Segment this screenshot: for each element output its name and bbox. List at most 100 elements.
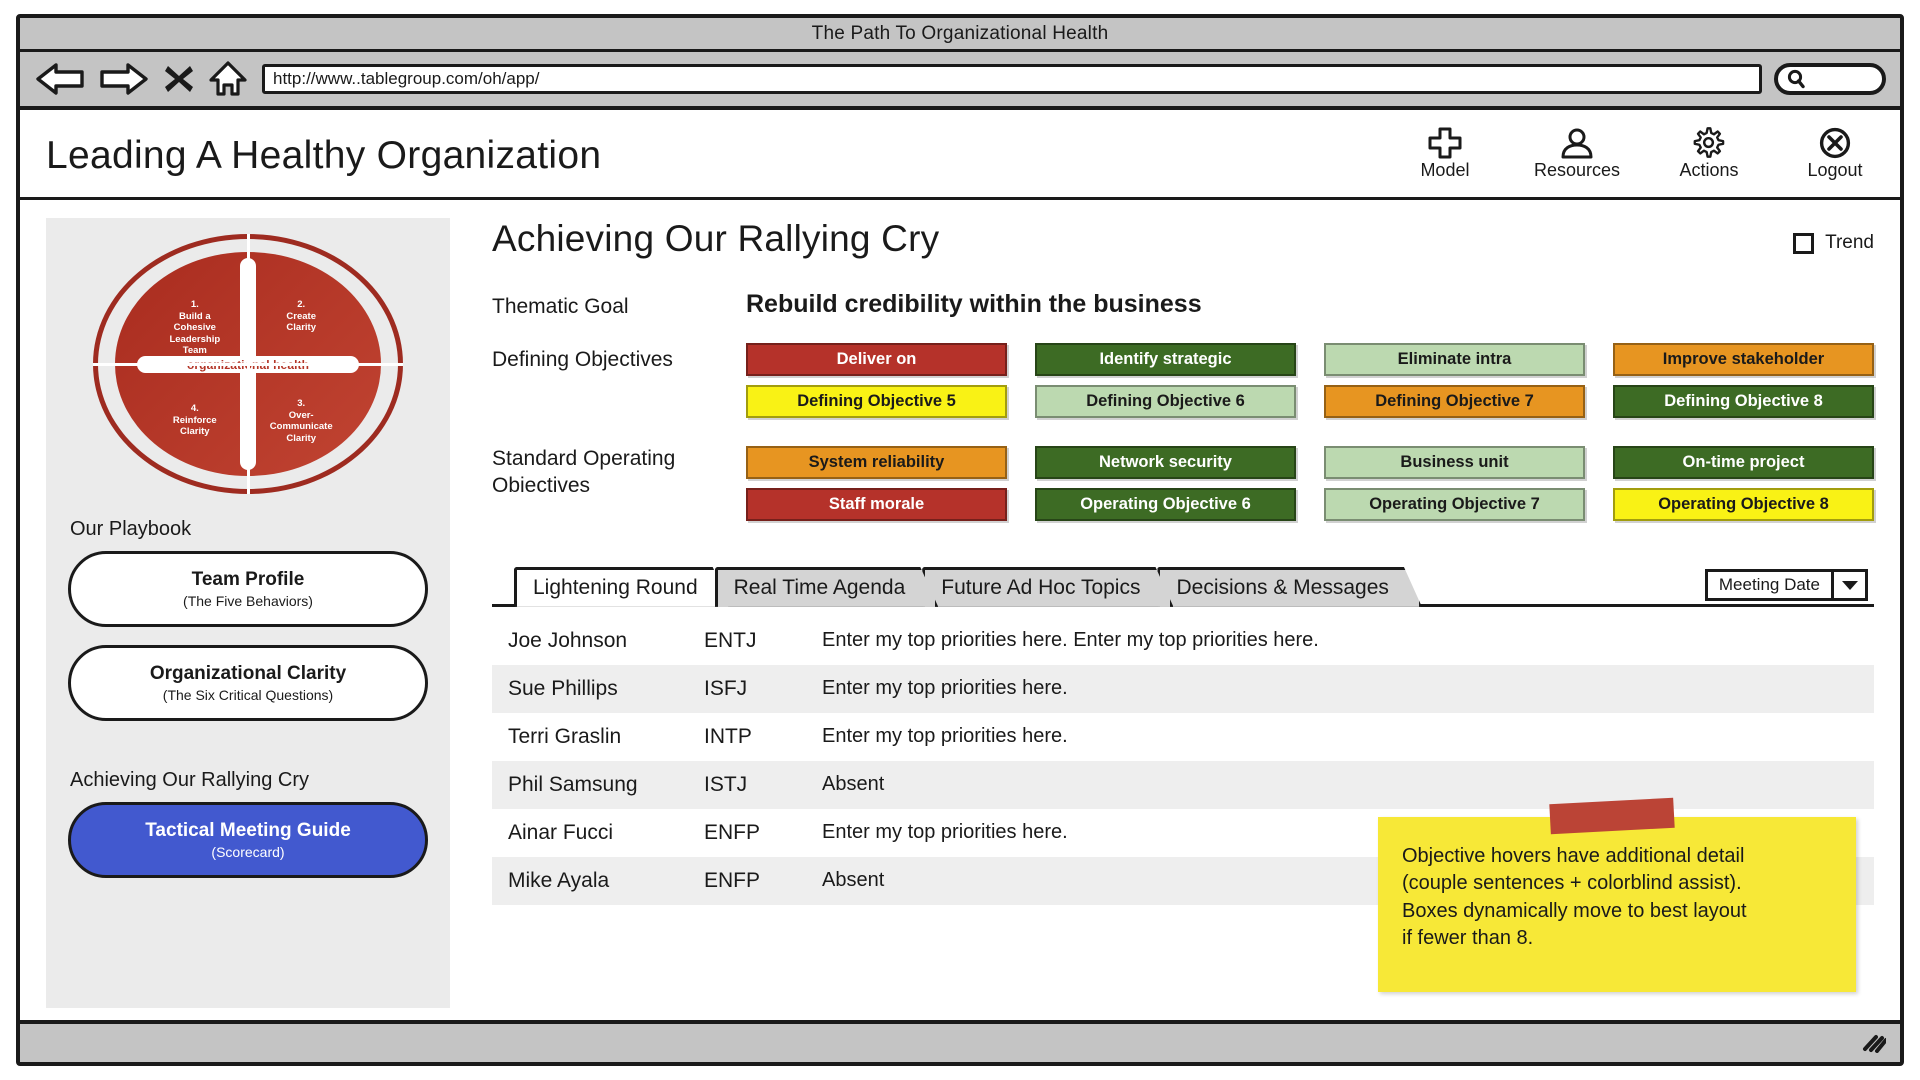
operating-objective-label: Operating Objective 8	[1658, 494, 1829, 513]
nav-item-resources[interactable]: Resources	[1534, 127, 1620, 181]
defining-objective-label: Deliver on	[836, 349, 917, 368]
url-text: http://www..tablegroup.com/oh/app/	[273, 69, 540, 88]
browser-toolbar: http://www..tablegroup.com/oh/app/	[20, 52, 1900, 110]
table-row[interactable]: Joe Johnson ENTJ Enter my top priorities h…	[492, 617, 1874, 665]
defining-objective-cell: Defining Objective 7	[1324, 384, 1585, 418]
table-row[interactable]: Terri Graslin INTP Enter my top priorities…	[492, 713, 1874, 761]
operating-objectives-section: Standard Operating Obiectives System rel…	[492, 445, 1874, 521]
defining-objective-box[interactable]: Defining Objective 7	[1324, 384, 1585, 418]
back-arrow-icon[interactable]	[34, 62, 86, 96]
nav-item-actions[interactable]: Actions	[1672, 126, 1746, 181]
operating-objective-cell: On-time project	[1613, 445, 1874, 479]
address-bar[interactable]: http://www..tablegroup.com/oh/app/	[262, 64, 1762, 94]
participant-type: ENFP	[704, 820, 761, 844]
thematic-goal-section: Thematic Goal Rebuild credibility within…	[492, 290, 1874, 321]
stop-x-icon[interactable]	[164, 63, 194, 95]
operating-objective-cell: Operating Objective 8	[1613, 487, 1874, 521]
defining-objective-box[interactable]: Defining Objective 5	[746, 384, 1007, 418]
operating-objective-box[interactable]: System reliability	[746, 445, 1007, 479]
app-body: 1. Build a Cohesive Leadership Team 2. C…	[20, 200, 1900, 1020]
forward-arrow-icon[interactable]	[98, 62, 150, 96]
trend-checkbox-box[interactable]	[1793, 232, 1815, 254]
nav-item-label: Resources	[1533, 159, 1620, 180]
defining-objective-cell: Improve stakeholder	[1613, 342, 1874, 376]
home-icon[interactable]	[208, 61, 248, 97]
tab-real-time-agenda[interactable]: Real Time Agenda	[715, 567, 939, 607]
participant-note[interactable]: Enter my top priorities here.	[822, 725, 1858, 748]
defining-objective-box[interactable]: Defining Objective 8	[1613, 384, 1874, 418]
sticky-note: Objective hovers have additional detail …	[1378, 798, 1856, 992]
main-panel: Achieving Our Rallying Cry Trend Themati…	[450, 218, 1874, 1020]
participant-name: Ainar Fucci	[508, 820, 614, 844]
nav-item-label: Actions	[1679, 159, 1739, 180]
operating-objective-label: Operating Objective 6	[1080, 494, 1251, 513]
sidebar-item-subtitle: (The Six Critical Questions)	[162, 687, 334, 703]
operating-objective-cell: Network security	[1035, 445, 1296, 479]
defining-objective-cell: Deliver on	[746, 342, 1007, 376]
chevron-down-icon[interactable]	[1831, 571, 1865, 598]
defining-objective-box[interactable]: Improve stakeholder	[1613, 342, 1874, 376]
participant-type: ENTJ	[704, 628, 757, 652]
trend-label: Trend	[1825, 232, 1874, 253]
tab-label: Real Time Agenda	[733, 576, 906, 600]
main-title-row: Achieving Our Rallying Cry Trend	[492, 218, 1874, 260]
operating-objective-box[interactable]: Business unit	[1324, 445, 1585, 479]
operating-objective-label: System reliability	[808, 452, 945, 471]
sidebar-item-organizational-clarity[interactable]: Organizational Clarity (The Six Critical…	[68, 645, 428, 721]
tab-label: Decisions & Messages	[1176, 576, 1389, 600]
participant-name: Phil Samsung	[508, 772, 638, 796]
trend-checkbox[interactable]: Trend	[1793, 218, 1874, 254]
participant-type: ISTJ	[704, 772, 748, 796]
participant-type: ISFJ	[704, 676, 748, 700]
tab-decisions-messages[interactable]: Decisions & Messages	[1157, 567, 1421, 607]
sidebar-item-title: Organizational Clarity	[149, 663, 347, 684]
defining-objectives-label: Defining Objectives	[492, 347, 673, 371]
search-icon	[1786, 68, 1808, 90]
defining-objective-box[interactable]: Identify strategic	[1035, 342, 1296, 376]
thematic-goal-value: Rebuild credibility within the business	[746, 290, 1202, 318]
tab-future-ad-hoc-topics[interactable]: Future Ad Hoc Topics	[922, 567, 1173, 607]
defining-objective-box[interactable]: Deliver on	[746, 342, 1007, 376]
operating-objective-label: On-time project	[1682, 452, 1805, 471]
operating-objective-box[interactable]: Staff morale	[746, 487, 1007, 521]
thematic-goal-label: Thematic Goal	[492, 295, 629, 318]
participant-name: Terri Graslin	[508, 724, 622, 748]
defining-objective-label: Identify strategic	[1099, 349, 1232, 368]
table-row[interactable]: Sue Phillips ISFJ Enter my top priorities …	[492, 664, 1874, 713]
operating-objective-cell: Staff morale	[746, 487, 1007, 521]
tab-lightening-round[interactable]: Lightening Round	[514, 567, 731, 607]
sticky-note-tape	[1549, 798, 1675, 835]
defining-objective-cell: Eliminate intra	[1324, 342, 1585, 376]
app-nav: Model Resources Actions Logout	[1408, 126, 1872, 185]
meeting-date-dropdown[interactable]: Meeting Date	[1704, 568, 1868, 601]
nav-item-logout[interactable]: Logout	[1798, 127, 1872, 181]
participant-name: Sue Phillips	[508, 676, 618, 700]
defining-objective-box[interactable]: Eliminate intra	[1324, 342, 1585, 376]
sidebar-item-tactical-meeting-guide[interactable]: Tactical Meeting Guide (Scorecard)	[68, 802, 428, 878]
operating-objectives-grid: System reliability Network security Busine…	[746, 445, 1874, 521]
resize-grip-icon[interactable]	[1860, 1033, 1886, 1053]
participant-note[interactable]: Absent	[822, 773, 1858, 796]
operating-objective-box[interactable]: Operating Objective 7	[1324, 487, 1585, 521]
search-input[interactable]	[1774, 63, 1886, 95]
defining-objective-label: Eliminate intra	[1397, 349, 1512, 368]
nav-item-label: Logout	[1807, 159, 1863, 180]
participant-note[interactable]: Enter my top priorities here. Enter my t…	[822, 629, 1858, 652]
operating-objective-box[interactable]: On-time project	[1613, 445, 1874, 479]
nav-item-model[interactable]: Model	[1408, 127, 1482, 181]
participant-note[interactable]: Enter my top priorities here.	[822, 677, 1858, 700]
operating-objective-box[interactable]: Operating Objective 6	[1035, 487, 1296, 521]
defining-objective-label: Defining Objective 8	[1664, 391, 1823, 410]
operating-objective-cell: Business unit	[1324, 445, 1585, 479]
sidebar-item-subtitle: (Scorecard)	[211, 844, 285, 860]
organizational-health-model[interactable]: 1. Build a Cohesive Leadership Team 2. C…	[68, 228, 428, 504]
nav-item-label: Model	[1420, 159, 1470, 180]
operating-objective-box[interactable]: Operating Objective 8	[1613, 487, 1874, 521]
defining-objective-box[interactable]: Defining Objective 6	[1035, 384, 1296, 418]
page-title: Achieving Our Rallying Cry	[492, 218, 940, 259]
sidebar-item-title: Tactical Meeting Guide	[145, 820, 351, 841]
defining-objective-label: Defining Objective 5	[797, 391, 956, 410]
operating-objective-box[interactable]: Network security	[1035, 445, 1296, 479]
sidebar-item-team-profile[interactable]: Team Profile (The Five Behaviors)	[68, 551, 428, 627]
browser-statusbar	[20, 1020, 1900, 1062]
